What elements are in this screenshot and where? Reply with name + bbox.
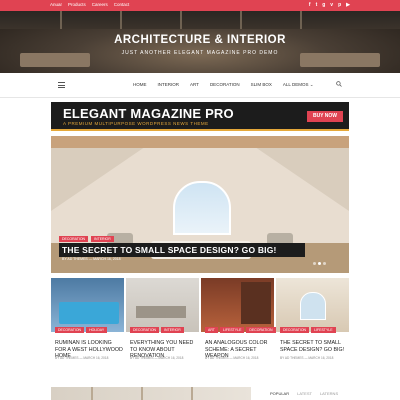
banner-subtitle: A PREMIUM MULTIPURPOSE WORDPRESS NEWS TH… bbox=[63, 121, 209, 126]
top-link[interactable]: Contact bbox=[114, 2, 130, 8]
sidebar-tabs: POPULAR LATEST LATERNS bbox=[270, 391, 338, 396]
post-title[interactable]: THE SECRET TO SMALL SPACE DESIGN? GO BIG… bbox=[280, 340, 348, 353]
nav-item-all-demos[interactable]: All Demos ⌄ bbox=[283, 82, 314, 88]
category-tag[interactable]: ART bbox=[205, 327, 218, 333]
category-tag[interactable]: DECORATION bbox=[59, 236, 89, 242]
site-tagline: JUST ANOTHER ELEGANT MAGAZINE PRO DEMO bbox=[121, 50, 279, 56]
hero-beam bbox=[180, 11, 182, 29]
pinterest-icon[interactable]: p bbox=[338, 2, 341, 8]
post-thumbnail[interactable] bbox=[126, 278, 199, 332]
twitter-icon[interactable]: t bbox=[316, 2, 318, 8]
post-meta: BY AD THEMES — MARCH 16, 2018 bbox=[55, 356, 109, 360]
category-tag[interactable]: DECORATION bbox=[280, 327, 310, 333]
post-meta: BY AD THEMES — MARCH 16, 2018 bbox=[280, 356, 334, 360]
vimeo-icon[interactable]: v bbox=[330, 2, 333, 8]
top-bar: Anuar Products Careers Contact f t g v p… bbox=[0, 0, 400, 11]
top-link[interactable]: Products bbox=[68, 2, 86, 8]
search-icon[interactable] bbox=[336, 81, 342, 87]
arched-window bbox=[173, 181, 231, 235]
category-tag[interactable]: DECORATION bbox=[130, 327, 160, 333]
category-tag[interactable]: LIFESTYLE bbox=[311, 327, 336, 333]
main-nav: Home Interior Art Decoration Slim Box Al… bbox=[0, 73, 400, 98]
post-tags: DECORATION LIFESTYLE bbox=[280, 327, 336, 333]
hero-beam bbox=[60, 11, 62, 29]
nav-item-art[interactable]: Art bbox=[190, 82, 199, 88]
nav-menu: Home Interior Art Decoration Slim Box Al… bbox=[133, 82, 314, 88]
post-grid: DECORATION HOLIDAY RUMINAN IS LOOKING FO… bbox=[51, 278, 349, 368]
buy-now-button[interactable]: BUY NOW bbox=[307, 111, 343, 122]
tab-laterns[interactable]: LATERNS bbox=[320, 391, 338, 396]
banner-title: ELEGANT MAGAZINE PRO bbox=[63, 106, 234, 121]
tab-popular[interactable]: POPULAR bbox=[270, 391, 289, 396]
youtube-icon[interactable]: ▶ bbox=[346, 2, 350, 8]
hero-beam bbox=[300, 11, 302, 29]
post-thumbnail[interactable] bbox=[51, 278, 124, 332]
banner-stripe bbox=[51, 129, 349, 131]
post-thumbnail[interactable] bbox=[276, 278, 349, 332]
nav-item-decoration[interactable]: Decoration bbox=[210, 82, 240, 88]
site-title[interactable]: ARCHITECTURE & INTERIOR bbox=[0, 34, 400, 46]
header-hero: ARCHITECTURE & INTERIOR JUST ANOTHER ELE… bbox=[0, 11, 400, 73]
slider-dots[interactable] bbox=[313, 262, 326, 265]
next-post-image[interactable] bbox=[51, 387, 251, 400]
category-tag[interactable]: INTERIOR bbox=[91, 236, 114, 242]
post-card[interactable]: DECORATION INTERIOR EVERYTHING YOU NEED … bbox=[126, 278, 199, 368]
top-links: Anuar Products Careers Contact bbox=[50, 2, 129, 8]
post-thumbnail[interactable] bbox=[201, 278, 274, 332]
featured-title[interactable]: THE SECRET TO SMALL SPACE DESIGN? GO BIG… bbox=[59, 243, 305, 257]
ad-banner[interactable]: ELEGANT MAGAZINE PRO A PREMIUM MULTIPURP… bbox=[51, 102, 349, 131]
nav-item-interior[interactable]: Interior bbox=[158, 82, 180, 88]
category-tag[interactable]: INTERIOR bbox=[161, 327, 184, 333]
category-tag[interactable]: DECORATION bbox=[55, 327, 85, 333]
tab-latest[interactable]: LATEST bbox=[297, 391, 312, 396]
post-meta: BY AD THEMES — MARCH 16, 2018 bbox=[205, 356, 259, 360]
featured-meta: BY AD THEMES — MARCH 16, 2018 bbox=[62, 257, 121, 261]
hamburger-icon[interactable] bbox=[58, 82, 65, 90]
category-tag[interactable]: HOLIDAY bbox=[86, 327, 108, 333]
social-links: f t g v p ▶ bbox=[309, 2, 350, 8]
post-card[interactable]: DECORATION HOLIDAY RUMINAN IS LOOKING FO… bbox=[51, 278, 124, 368]
google-plus-icon[interactable]: g bbox=[322, 2, 325, 8]
post-tags: DECORATION INTERIOR bbox=[130, 327, 184, 333]
hero-beam bbox=[240, 11, 242, 29]
post-card[interactable]: DECORATION LIFESTYLE THE SECRET TO SMALL… bbox=[276, 278, 349, 368]
ceiling-beams bbox=[51, 136, 349, 148]
post-tags: DECORATION HOLIDAY bbox=[55, 327, 108, 333]
hero-beam bbox=[120, 11, 122, 29]
top-link[interactable]: Careers bbox=[92, 2, 108, 8]
category-tag[interactable]: LIFESTYLE bbox=[219, 327, 245, 333]
post-card[interactable]: ART LIFESTYLE DECORATION AN ANALOGOUS CO… bbox=[201, 278, 276, 368]
post-tags: ART LIFESTYLE DECORATION bbox=[205, 327, 276, 333]
nav-item-home[interactable]: Home bbox=[133, 82, 147, 88]
featured-tags: DECORATION INTERIOR bbox=[59, 236, 114, 242]
nav-item-slim-box[interactable]: Slim Box bbox=[251, 82, 272, 88]
category-tag[interactable]: DECORATION bbox=[246, 327, 276, 333]
facebook-icon[interactable]: f bbox=[309, 2, 311, 8]
top-link[interactable]: Anuar bbox=[50, 2, 62, 8]
post-meta: BY AD THEMES — MARCH 16, 2018 bbox=[130, 356, 184, 360]
